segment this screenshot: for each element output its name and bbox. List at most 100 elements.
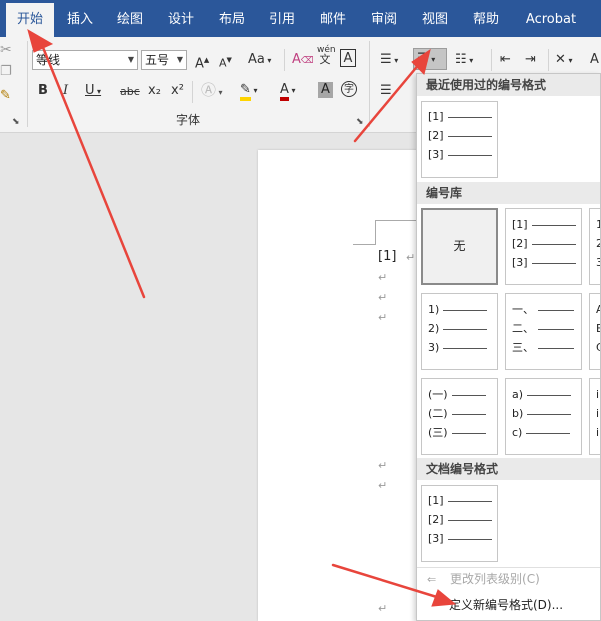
paragraph-mark: ↵ [378, 271, 388, 284]
font-dialog-launcher-icon[interactable]: ⬊ [356, 117, 364, 127]
list-item: 一、 [512, 303, 574, 317]
paragraph-mark: ↵ [378, 602, 388, 615]
decrease-indent-icon[interactable]: ⇤ [500, 51, 511, 69]
enclose-character-icon[interactable]: 字 [341, 81, 357, 97]
superscript-button[interactable]: x² [171, 82, 184, 100]
multilevel-list-icon[interactable]: ☷ ▾ [455, 51, 473, 70]
numbering-library-tile[interactable]: a) b) c) [505, 378, 582, 455]
chevron-down-icon[interactable]: ▼ [177, 51, 183, 69]
list-item: a) [512, 388, 572, 402]
font-group-label: 字体 [176, 113, 201, 127]
change-level-icon: ⇐ [427, 573, 437, 586]
italic-button[interactable]: I [63, 82, 68, 100]
list-item: (一) [428, 388, 486, 402]
enclose-character-label: 字 [344, 84, 354, 95]
margin-crop-mark [375, 220, 376, 245]
tab-layout[interactable]: 布局 [208, 0, 256, 37]
list-item: (三) [428, 426, 486, 440]
tab-view[interactable]: 视图 [411, 0, 459, 37]
clear-formatting-icon[interactable]: A⌫ [292, 51, 314, 70]
row-label: b) [512, 407, 524, 420]
underline-button[interactable]: U ▾ [85, 82, 101, 101]
sort-icon[interactable]: A [590, 51, 599, 69]
tab-mailings[interactable]: 邮件 [309, 0, 357, 37]
increase-indent-icon[interactable]: ⇥ [525, 51, 536, 69]
menu-divider [417, 567, 600, 568]
phonetic-guide-icon[interactable]: wén 文 [317, 45, 336, 65]
list-number-label[interactable]: [1] [378, 249, 396, 264]
define-new-number-format-item[interactable]: 定义新编号格式(D)... [449, 596, 563, 614]
row-label: 一、 [512, 303, 534, 316]
tab-review[interactable]: 审阅 [360, 0, 408, 37]
font-size-combo[interactable]: 五号 ▼ [141, 50, 187, 70]
divider [548, 49, 549, 71]
paragraph-mark: ↵ [406, 251, 416, 264]
group-divider [369, 41, 370, 127]
font-size-value: 五号 [145, 53, 170, 67]
list-item: 3 [596, 256, 600, 270]
font-color-button[interactable]: A ▾ [280, 81, 295, 101]
row-label: 3 [596, 256, 600, 269]
character-shading-icon[interactable]: A [318, 82, 333, 98]
text-effects-icon[interactable]: Ⓐ ▾ [201, 81, 223, 102]
clipboard-launcher-icon[interactable]: ⬊ [12, 117, 20, 127]
underline-label: U [85, 83, 95, 98]
row-label: (二) [428, 407, 448, 420]
list-item: [3] [428, 532, 492, 546]
row-label: B [596, 322, 600, 335]
numbering-library-tile[interactable]: 一、 二、 三、 [505, 293, 582, 370]
divider [491, 49, 492, 71]
numbering-library-tile[interactable]: (一) (二) (三) [421, 378, 498, 455]
row-label: [3] [428, 148, 444, 161]
list-item: 2) [428, 322, 488, 336]
shrink-font-icon[interactable]: A▼ [219, 51, 232, 73]
list-item: A [596, 303, 600, 317]
character-border-icon[interactable]: A [340, 49, 356, 67]
row-label: 3) [428, 341, 440, 354]
change-case-icon[interactable]: Aa ▾ [248, 51, 271, 70]
tab-draw[interactable]: 绘图 [106, 0, 154, 37]
row-label: [1] [512, 218, 528, 231]
recent-format-tile[interactable]: [1] [2] [3] [421, 101, 498, 178]
character-border-label: A [343, 51, 353, 66]
bullets-icon[interactable]: ☰ ▾ [380, 51, 398, 70]
tab-help[interactable]: 帮助 [462, 0, 510, 37]
numbering-none-tile[interactable]: 无 [421, 208, 498, 285]
bold-button[interactable]: B [38, 82, 48, 100]
row-label: 2) [428, 322, 440, 335]
list-item: i [596, 426, 600, 440]
tab-home[interactable]: 开始 [6, 3, 54, 40]
row-label: [2] [428, 129, 444, 142]
align-left-icon[interactable]: ☰ [380, 82, 392, 100]
font-color-label: A [280, 83, 289, 101]
subscript-button[interactable]: x₂ [148, 82, 161, 100]
grow-font-icon[interactable]: A▲ [195, 51, 209, 73]
tab-acrobat[interactable]: Acrobat [514, 0, 588, 37]
copy-icon[interactable]: ❐ [0, 63, 12, 81]
numbering-library-tile[interactable]: [1] [2] [3] [505, 208, 582, 285]
row-label: 三、 [512, 341, 534, 354]
strikethrough-button[interactable]: abc [120, 83, 140, 101]
margin-crop-mark [353, 244, 375, 245]
format-painter-icon[interactable]: ✎ [0, 87, 11, 105]
cut-icon[interactable]: ✂ [0, 41, 12, 59]
numbering-button[interactable]: ☰ ▾ [413, 48, 447, 70]
tab-insert[interactable]: 插入 [56, 0, 104, 37]
row-label: 1 [596, 218, 600, 231]
chinese-layout-icon[interactable]: ✕ ▾ [555, 51, 572, 70]
font-name-combo[interactable]: 等线 ▼ [32, 50, 138, 70]
numbering-library-tile[interactable]: A B C [589, 293, 600, 370]
highlight-color-button[interactable]: ✎ ▾ [240, 81, 257, 101]
document-format-tile[interactable]: [1] [2] [3] [421, 485, 498, 562]
numbering-library-tile[interactable]: 1) 2) 3) [421, 293, 498, 370]
row-label: (一) [428, 388, 448, 401]
numbering-library-tile[interactable]: 1 2 3 [589, 208, 600, 285]
change-list-level-item[interactable]: ⇐ 更改列表级别(C) [427, 570, 540, 589]
tab-design[interactable]: 设计 [157, 0, 205, 37]
numbering-library-tile[interactable]: i i i [589, 378, 600, 455]
list-item: B [596, 322, 600, 336]
tab-references[interactable]: 引用 [258, 0, 306, 37]
chevron-down-icon[interactable]: ▼ [128, 51, 134, 69]
row-label: c) [512, 426, 523, 439]
row-label: 二、 [512, 322, 534, 335]
